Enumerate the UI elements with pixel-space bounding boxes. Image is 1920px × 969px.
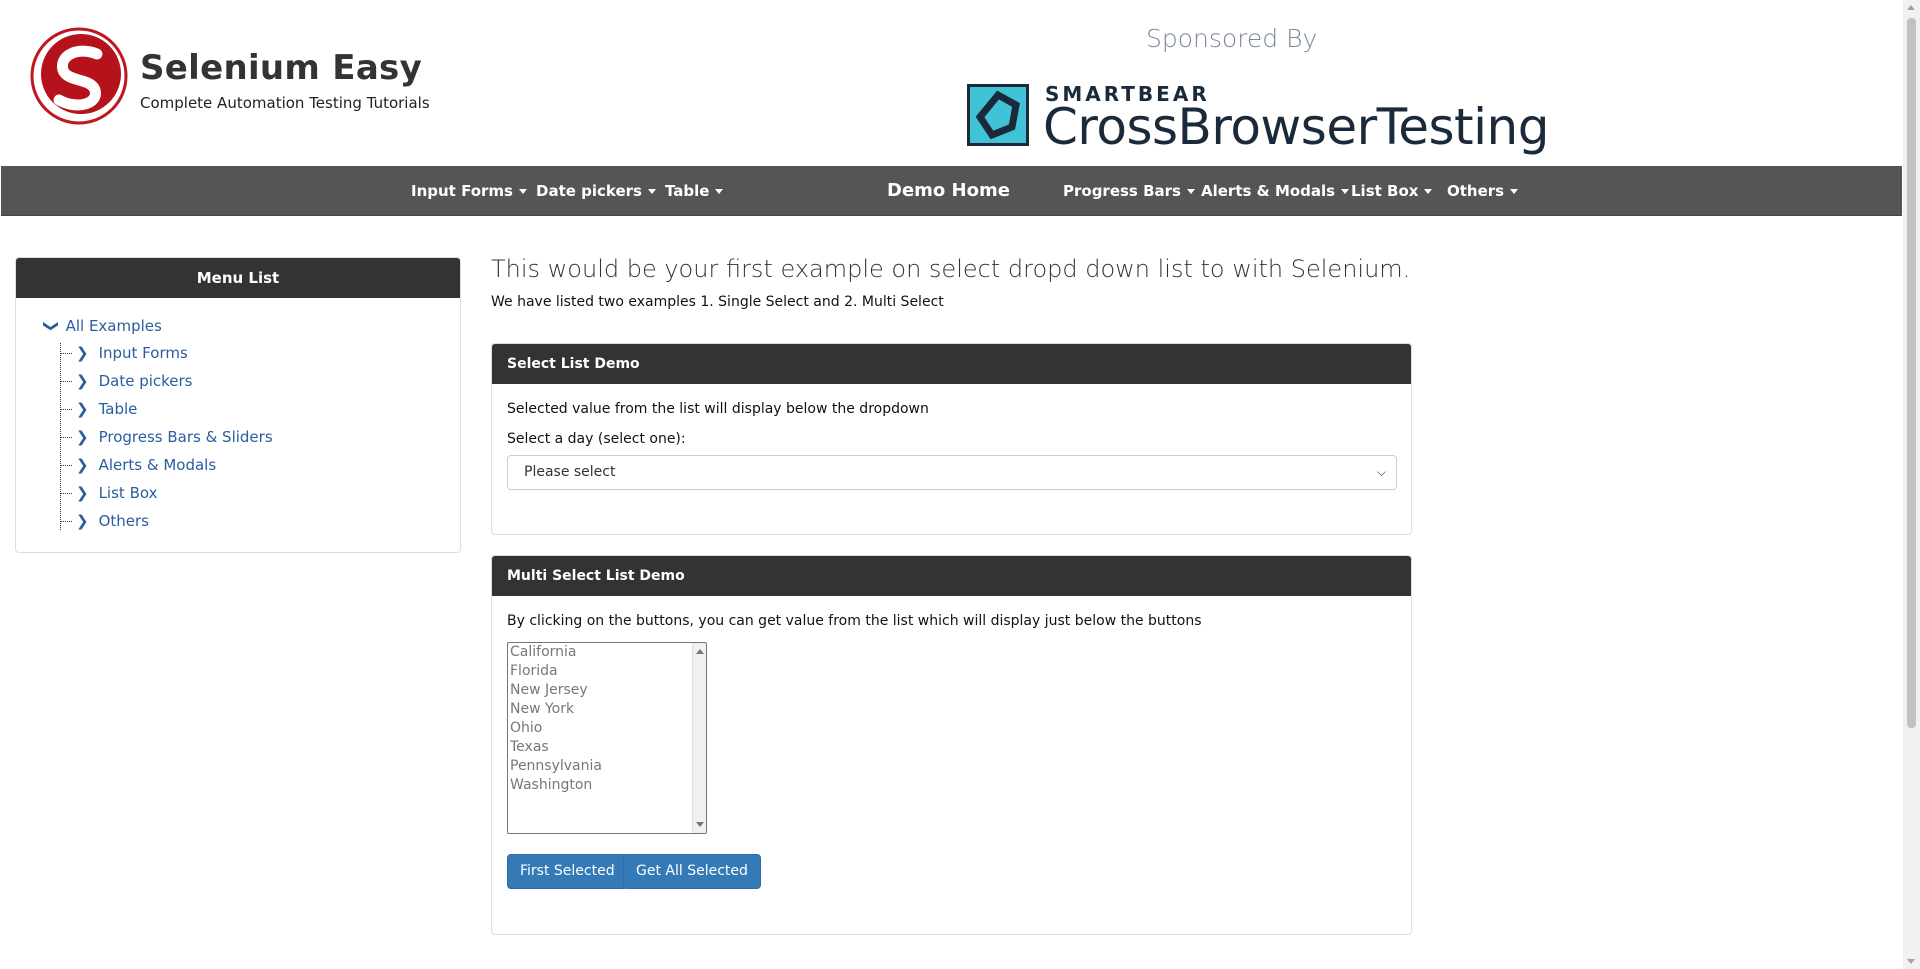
first-selected-button[interactable]: First Selected	[507, 854, 628, 889]
main-navbar: Input Forms Date pickers Table Demo Home…	[1, 166, 1902, 216]
panel-title: Select List Demo	[492, 344, 1411, 384]
tree-item-progress-bars[interactable]: ❯ Progress Bars & Sliders	[60, 428, 273, 446]
select-day-label: Select a day (select one):	[507, 431, 686, 447]
panel-title: Multi Select List Demo	[492, 556, 1411, 596]
chevron-right-icon: ❯	[76, 484, 89, 502]
list-option-ohio[interactable]: Ohio	[508, 719, 706, 738]
listbox-scrollbar[interactable]	[692, 643, 706, 833]
page-scrollbar[interactable]	[1903, 0, 1920, 969]
caret-down-icon	[1186, 189, 1195, 194]
scroll-down-icon[interactable]	[696, 822, 704, 827]
nav-input-forms[interactable]: Input Forms	[411, 166, 527, 216]
sponsor-name[interactable]: CrossBrowserTesting	[1043, 98, 1549, 156]
tree-item-list-box[interactable]: ❯ List Box	[60, 484, 157, 502]
tree-connector	[60, 493, 72, 494]
nav-label: Alerts & Modals	[1201, 182, 1336, 200]
list-option-pennsylvania[interactable]: Pennsylvania	[508, 757, 706, 776]
menu-list-sidebar: Menu List ❯ All Examples ❯ Input Forms ❯ Da…	[15, 257, 461, 553]
caret-down-icon	[1510, 189, 1519, 194]
tree-item-date-pickers[interactable]: ❯ Date pickers	[60, 372, 193, 390]
list-option-florida[interactable]: Florida	[508, 662, 706, 681]
select-day-value: Please select	[524, 464, 616, 480]
tree-item-label: List Box	[98, 484, 158, 502]
list-option-new-york[interactable]: New York	[508, 700, 706, 719]
menu-list-title: Menu List	[16, 258, 460, 298]
get-all-selected-button[interactable]: Get All Selected	[623, 854, 761, 889]
chevron-right-icon: ❯	[76, 344, 89, 362]
caret-down-icon	[715, 189, 724, 194]
panel-description: By clicking on the buttons, you can get …	[507, 613, 1202, 629]
list-option-california[interactable]: California	[508, 643, 706, 662]
site-title[interactable]: Selenium Easy	[140, 48, 422, 88]
tree-item-label: Alerts & Modals	[98, 456, 217, 474]
sponsored-label: Sponsored By	[1146, 24, 1318, 53]
tree-connector	[60, 521, 72, 522]
list-option-washington[interactable]: Washington	[508, 776, 706, 795]
nav-label: List Box	[1351, 182, 1419, 200]
states-multi-select[interactable]: California Florida New Jersey New York O…	[507, 642, 707, 834]
nav-label: Table	[665, 182, 710, 200]
scroll-up-icon[interactable]	[696, 649, 704, 654]
site-header: Selenium Easy Complete Automation Testin…	[0, 0, 1902, 166]
tree-root-label: All Examples	[65, 317, 162, 335]
tree-item-label: Input Forms	[98, 344, 188, 362]
caret-down-icon	[647, 189, 656, 194]
list-option-texas[interactable]: Texas	[508, 738, 706, 757]
tree-connector	[60, 437, 72, 438]
nav-table[interactable]: Table	[665, 166, 724, 216]
crossbrowsertesting-logo-icon[interactable]	[967, 84, 1029, 146]
site-tagline: Complete Automation Testing Tutorials	[140, 94, 430, 112]
tree-item-alerts-modals[interactable]: ❯ Alerts & Modals	[60, 456, 216, 474]
page-subheading: We have listed two examples 1. Single Se…	[491, 294, 944, 310]
nav-label: Demo Home	[887, 180, 1010, 201]
tree-item-label: Table	[98, 400, 138, 418]
chevron-right-icon: ❯	[76, 456, 89, 474]
caret-down-icon	[518, 189, 527, 194]
tree-connector	[60, 409, 72, 410]
scrollbar-thumb[interactable]	[1907, 18, 1916, 728]
nav-alerts-modals[interactable]: Alerts & Modals	[1201, 166, 1350, 216]
tree-root-all-examples[interactable]: ❯ All Examples	[42, 317, 162, 335]
nav-list-box[interactable]: List Box	[1351, 166, 1433, 216]
chevron-right-icon: ❯	[76, 372, 89, 390]
tree-item-input-forms[interactable]: ❯ Input Forms	[60, 344, 188, 362]
chevron-right-icon: ❯	[76, 512, 89, 530]
nav-label: Progress Bars	[1063, 182, 1181, 200]
nav-others[interactable]: Others	[1447, 166, 1519, 216]
caret-down-icon	[1424, 189, 1433, 194]
chevron-down-icon: ❯	[42, 319, 61, 333]
panel-description: Selected value from the list will displa…	[507, 401, 929, 417]
select-day-dropdown[interactable]: Please select ⌵	[507, 455, 1397, 490]
chevron-right-icon: ❯	[76, 428, 89, 446]
nav-label: Date pickers	[536, 182, 642, 200]
select-list-panel: Select List Demo Selected value from the…	[491, 343, 1412, 535]
scroll-up-icon[interactable]	[1907, 5, 1915, 10]
tree-connector	[60, 353, 72, 354]
chevron-down-icon: ⌵	[1376, 465, 1386, 479]
nav-date-pickers[interactable]: Date pickers	[536, 166, 656, 216]
multi-select-panel: Multi Select List Demo By clicking on th…	[491, 555, 1412, 935]
tree-item-label: Date pickers	[98, 372, 193, 390]
tree-item-label: Others	[98, 512, 149, 530]
tree-connector	[60, 381, 72, 382]
tree-item-table[interactable]: ❯ Table	[60, 400, 137, 418]
nav-demo-home[interactable]: Demo Home	[887, 166, 1010, 216]
nav-label: Others	[1447, 182, 1505, 200]
scroll-down-icon[interactable]	[1907, 959, 1915, 964]
nav-progress-bars[interactable]: Progress Bars	[1063, 166, 1195, 216]
list-option-new-jersey[interactable]: New Jersey	[508, 681, 706, 700]
caret-down-icon	[1341, 189, 1350, 194]
selenium-easy-logo-icon[interactable]	[29, 26, 129, 126]
tree-connector	[60, 465, 72, 466]
tree-item-others[interactable]: ❯ Others	[60, 512, 149, 530]
page-heading: This would be your first example on sele…	[491, 255, 1411, 283]
nav-label: Input Forms	[411, 182, 513, 200]
chevron-right-icon: ❯	[76, 400, 89, 418]
tree-item-label: Progress Bars & Sliders	[98, 428, 273, 446]
